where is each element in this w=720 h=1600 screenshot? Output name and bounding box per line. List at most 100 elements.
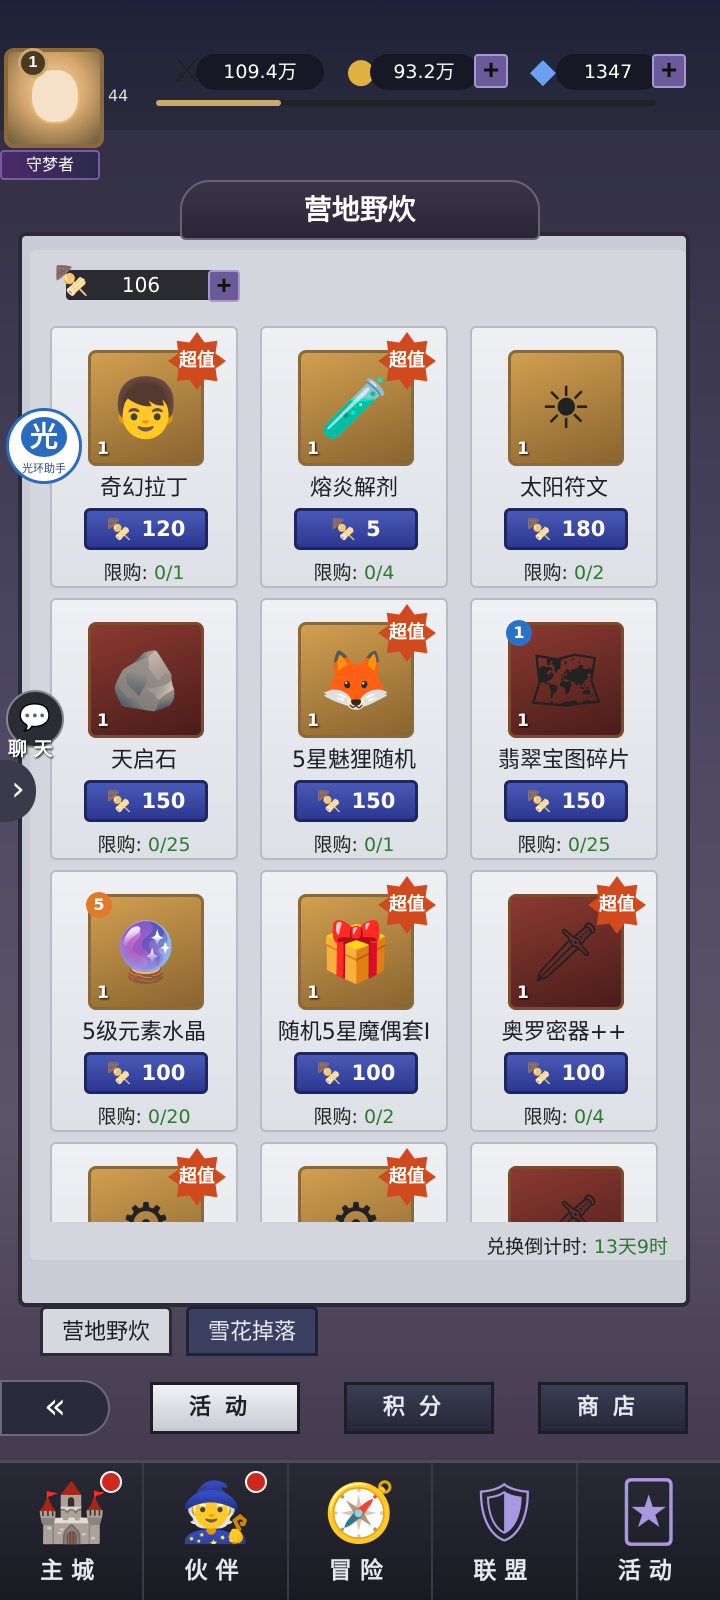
skewer-currency-icon: 🍢 xyxy=(316,789,342,813)
bottom-nav: 🏰 主城 🧙 伙伴 🧭 冒险 🛡 联盟 🃏 活动 xyxy=(0,1460,720,1600)
item-icon-frame: 🪨 1 xyxy=(88,622,204,738)
player-level-badge: 1 xyxy=(18,48,48,78)
shop-item-card[interactable]: 🗺 1 1 翡翠宝图碎片 🍢 150 限购: 0/25 xyxy=(470,598,658,860)
item-icon: ☀ xyxy=(540,374,592,442)
purchase-limit-label: 限购: xyxy=(313,562,364,584)
power-value: 109.4万 xyxy=(196,54,324,90)
buy-price-button[interactable]: 🍢 5 xyxy=(294,508,418,550)
chat-bubble-icon: 💬 xyxy=(18,703,52,733)
nav-item[interactable]: 🧙 伙伴 xyxy=(144,1463,289,1600)
purchase-limit-label: 限购: xyxy=(313,834,364,856)
exp-level: 44 xyxy=(108,86,129,105)
shop-item-card[interactable]: 超值 🗡 1 奥罗密器++ 🍢 100 限购: 0/4 xyxy=(470,870,658,1132)
shop-item-card[interactable]: 超值 🎁 1 随机5星魔偶套I 🍢 100 限购: 0/2 xyxy=(260,870,448,1132)
shop-item-card[interactable]: 超值 🦊 1 5星魅狸随机 🍢 150 限购: 0/1 xyxy=(260,598,448,860)
nav-label: 伙伴 xyxy=(184,1558,247,1584)
item-icon: 🗡 xyxy=(529,1190,603,1223)
item-icon: 🗡 xyxy=(529,917,603,986)
purchase-limit: 限购: 0/4 xyxy=(262,558,446,585)
item-quantity: 1 xyxy=(517,983,529,1003)
activity-button[interactable]: 活动 xyxy=(150,1382,300,1434)
purchase-limit-value: 0/1 xyxy=(363,834,395,856)
purchase-limit-value: 0/4 xyxy=(363,562,395,584)
purchase-limit-label: 限购: xyxy=(517,834,568,856)
buy-price-button[interactable]: 🍢 150 xyxy=(294,780,418,822)
purchase-limit: 限购: 0/1 xyxy=(52,558,236,585)
purchase-limit-value: 0/20 xyxy=(147,1106,191,1128)
nav-item[interactable]: 🧭 冒险 xyxy=(289,1463,434,1600)
shop-item-card[interactable]: 🗡 xyxy=(470,1142,658,1222)
purchase-limit: 限购: 0/1 xyxy=(262,830,446,857)
purchase-limit-value: 0/25 xyxy=(567,834,611,856)
skewer-currency-icon: 🍢 xyxy=(54,264,89,297)
item-star-badge: 5 xyxy=(86,892,112,918)
add-gems-button[interactable]: + xyxy=(652,54,686,88)
item-price: 180 xyxy=(561,517,606,541)
add-currency-button[interactable]: + xyxy=(208,270,240,302)
item-name: 天启石 xyxy=(110,748,177,773)
item-icon: ⚙ xyxy=(120,1190,172,1222)
item-price: 120 xyxy=(141,517,186,541)
points-button[interactable]: 积分 xyxy=(344,1382,494,1434)
shop-item-card[interactable]: 超值 🧪 1 熔炎解剂 🍢 5 限购: 0/4 xyxy=(260,326,448,588)
item-quantity: 1 xyxy=(307,439,319,459)
buy-price-button[interactable]: 🍢 150 xyxy=(504,780,628,822)
notification-dot xyxy=(244,1471,267,1493)
tab-camp-cooking[interactable]: 营地野炊 xyxy=(40,1306,172,1356)
nav-icon: 🃏 xyxy=(619,1478,679,1546)
countdown-value: 13天9时 xyxy=(593,1236,668,1258)
item-price: 150 xyxy=(561,789,606,813)
back-button[interactable]: « xyxy=(0,1380,110,1436)
purchase-limit: 限购: 0/25 xyxy=(52,830,236,857)
item-icon: 🪨 xyxy=(109,645,183,714)
super-value-badge: 超值 xyxy=(378,332,436,390)
purchase-limit-label: 限购: xyxy=(97,1106,148,1128)
buy-price-button[interactable]: 🍢 150 xyxy=(84,780,208,822)
tab-snowflake-drop[interactable]: 雪花掉落 xyxy=(186,1306,318,1356)
purchase-limit-value: 0/2 xyxy=(363,1106,395,1128)
item-icon: 👦 xyxy=(109,373,183,442)
gems-value: 1347 xyxy=(556,54,660,90)
nav-label: 活动 xyxy=(617,1558,680,1584)
buy-price-button[interactable]: 🍢 120 xyxy=(84,508,208,550)
buy-price-button[interactable]: 🍢 180 xyxy=(504,508,628,550)
nav-icon: 🛡 xyxy=(467,1478,542,1546)
shop-item-card[interactable]: 超值⚙ xyxy=(50,1142,238,1222)
nav-item[interactable]: 🏰 主城 xyxy=(0,1463,145,1600)
item-price: 100 xyxy=(141,1061,186,1085)
skewer-currency-icon: 🍢 xyxy=(106,517,132,541)
item-star-badge: 1 xyxy=(506,620,532,646)
item-icon: 🧪 xyxy=(319,373,393,442)
item-name: 太阳符文 xyxy=(519,476,608,501)
buy-price-button[interactable]: 🍢 100 xyxy=(294,1052,418,1094)
assistant-icon: 光 xyxy=(21,417,67,457)
purchase-limit-label: 限购: xyxy=(97,834,148,856)
item-quantity: 1 xyxy=(307,983,319,1003)
buy-price-button[interactable]: 🍢 100 xyxy=(504,1052,628,1094)
countdown-label: 兑换倒计时: xyxy=(486,1236,594,1258)
shop-item-card[interactable]: 🪨 1 天启石 🍢 150 限购: 0/25 xyxy=(50,598,238,860)
item-icon-frame: ☀ 1 xyxy=(508,350,624,466)
page-title: 营地野炊 xyxy=(180,180,540,240)
buy-price-button[interactable]: 🍢 100 xyxy=(84,1052,208,1094)
shop-item-card[interactable]: 超值⚙ xyxy=(260,1142,448,1222)
item-name: 5级元素水晶 xyxy=(82,1020,206,1045)
item-quantity: 1 xyxy=(97,439,109,459)
shop-button[interactable]: 商店 xyxy=(538,1382,688,1434)
item-icon: 🗺 xyxy=(529,645,603,714)
add-gold-button[interactable]: + xyxy=(474,54,508,88)
assistant-label: 光环助手 xyxy=(22,462,66,475)
purchase-limit-value: 0/1 xyxy=(153,562,185,584)
item-price: 5 xyxy=(366,517,381,541)
player-title-tag[interactable]: 守梦者 xyxy=(0,150,100,180)
item-quantity: 1 xyxy=(307,711,319,731)
nav-item[interactable]: 🛡 联盟 xyxy=(433,1463,578,1600)
shop-item-card[interactable]: ☀ 1 太阳符文 🍢 180 限购: 0/2 xyxy=(470,326,658,588)
shop-item-card[interactable]: 🔮 1 5 5级元素水晶 🍢 100 限购: 0/20 xyxy=(50,870,238,1132)
assistant-widget[interactable]: 光 光环助手 xyxy=(6,408,82,484)
item-icon-frame: 🗡 xyxy=(508,1166,624,1222)
nav-item[interactable]: 🃏 活动 xyxy=(578,1463,720,1600)
nav-label: 联盟 xyxy=(473,1558,536,1584)
item-name: 翡翠宝图碎片 xyxy=(497,748,630,773)
item-name: 随机5星魔偶套I xyxy=(277,1020,431,1045)
